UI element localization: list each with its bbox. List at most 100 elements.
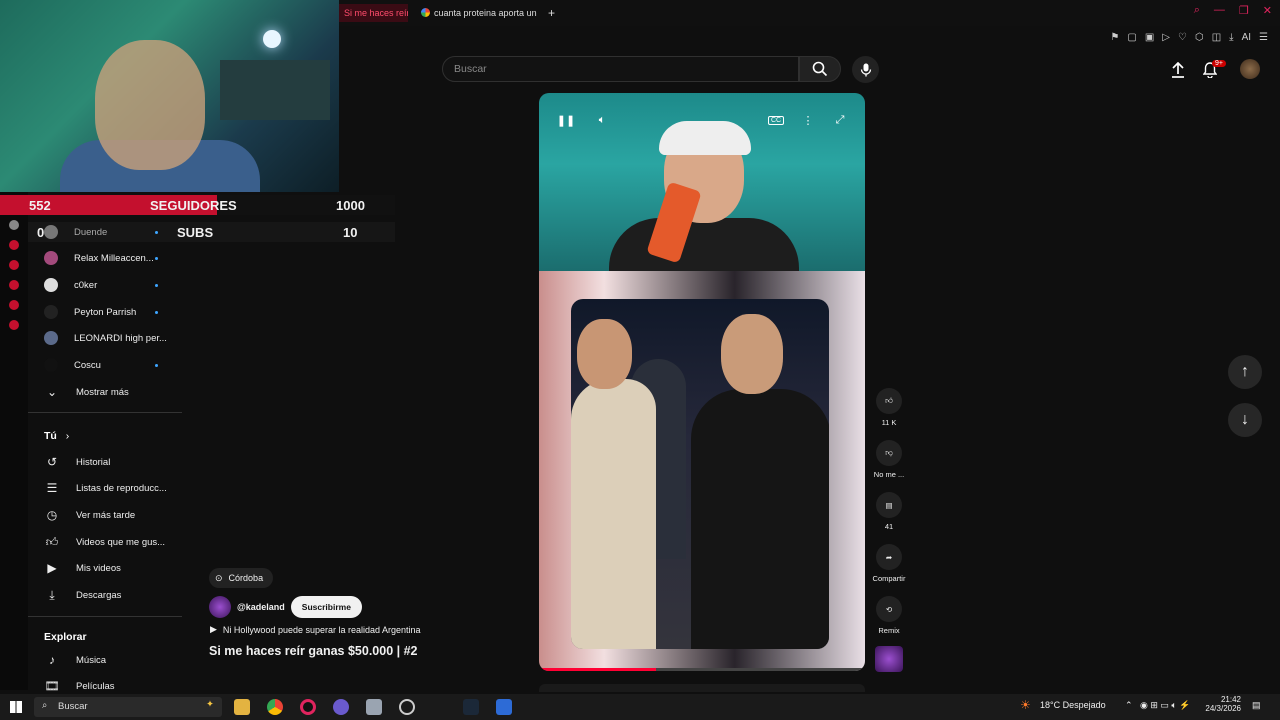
comments-button[interactable]: ▤ 41 [868,492,910,531]
play-icon: ▶ [210,624,217,634]
video-person-left-head [577,319,632,389]
restore-icon[interactable]: ❐ [1239,4,1249,17]
shorts-video-player[interactable]: ❚❚ 🔈︎ CC ⋮ ⤢ [539,93,865,671]
close-icon[interactable]: ✕ [1263,4,1272,17]
download-icon: ⤓ [49,587,55,602]
opera-gx-icon[interactable] [300,699,316,715]
sidebar-subscription[interactable]: c0ker [44,274,194,296]
messenger-icon[interactable] [9,260,19,270]
sidebar-item-label: Ver más tarde [76,509,136,521]
sound-title: Ni Hollywood puede superar la realidad A… [222,624,421,635]
app-icon[interactable] [333,699,349,715]
sidebar-subscription[interactable]: LEONARDI high per... [44,327,194,349]
video-progress-bar[interactable] [539,668,865,671]
whatsapp-icon[interactable] [9,240,19,250]
more-options-button[interactable]: ⋮ [797,109,819,131]
channel-handle[interactable]: @kadeland [237,602,285,612]
share-button[interactable]: ➦ Compartir [868,544,910,583]
next-video-button[interactable]: ↓ [1228,403,1262,437]
sidebar-item-playlists[interactable]: ☰ Listas de reproducc... [44,477,194,499]
you-heading[interactable]: Tú › [44,430,69,442]
upload-button[interactable] [1168,60,1188,80]
snapshot-icon[interactable]: ▢ [1127,32,1136,43]
tab-current[interactable]: Si me haces reír [338,4,408,22]
obs-icon[interactable] [399,699,415,715]
new-tab-button[interactable]: + [542,4,558,22]
explore-heading: Explorar [44,631,87,643]
sidebar-subscription[interactable]: Relax Milleaccen... [44,247,194,269]
webcam-lamp [263,30,281,48]
video-person-cap [659,121,751,155]
notification-center-icon[interactable]: ▤ [1252,700,1261,711]
chrome-icon[interactable] [267,699,283,715]
search-tabs-icon[interactable]: ⌕ [1194,4,1200,17]
voice-search-button[interactable] [852,56,879,83]
weather-label[interactable]: 18°C Despejado [1040,700,1106,710]
extensions-icon[interactable]: ⬡ [1195,32,1204,43]
sidebar-item-downloads[interactable]: ⤓ Descargas [44,584,194,606]
download-icon[interactable]: ⤓ [1229,32,1233,43]
new-content-dot [155,310,158,314]
video-title[interactable]: Si me haces reír ganas $50.000 | #2 [209,644,418,658]
sidebar-item-label: Música [76,654,107,666]
ai-button[interactable]: AI [1242,32,1251,43]
fullscreen-button[interactable]: ⤢ [829,109,851,131]
windows-taskbar: ⌕ Buscar ✦ ☀ 18°C Despejado ⌃ ◉ ⊞ ▭ 🔈︎ ⚡… [0,694,1280,720]
google-icon [421,8,430,17]
audio-track-thumbnail[interactable] [875,646,903,672]
sidebar-item-music[interactable]: ♪ Música [44,649,194,671]
wallet-icon[interactable]: ◫ [1212,32,1221,43]
clock[interactable]: 21:42 24/3/2026 [1205,695,1241,713]
steam-icon[interactable] [463,699,479,715]
bookmark-icon[interactable]: ⚑ [1110,32,1119,43]
taskbar-search[interactable]: ⌕ Buscar ✦ [34,697,222,717]
sidebar-item-liked[interactable]: 👍︎ Videos que me gus... [44,531,194,553]
favorites-icon[interactable] [9,300,19,310]
video-icon: ▶ [47,561,57,575]
fullscreen-icon: ⤢ [835,113,845,126]
subscribe-button[interactable]: Suscribirme [290,596,362,618]
x-icon[interactable] [9,220,19,230]
pin-icon[interactable]: ▣ [1145,32,1154,43]
channel-avatar[interactable] [209,596,231,618]
notepad-icon[interactable] [366,699,382,715]
location-chip[interactable]: ⊙ Córdoba [209,568,274,588]
channel-name: Duende [74,226,108,238]
sound-link[interactable]: ▶ Ni Hollywood puede superar la realidad… [210,624,421,635]
sidebar-subscription[interactable]: Coscu [44,354,194,376]
sidebar-item-watch-later[interactable]: ◷ Ver más tarde [44,504,194,526]
sidebar-item-history[interactable]: ↺ Historial [44,451,194,473]
player-icon[interactable] [9,280,19,290]
sidebar-subscription[interactable]: Peyton Parrish [44,301,194,323]
remix-label: Remix [878,626,900,635]
tab-protein[interactable]: cuanta proteina aporta un [418,4,540,22]
captions-button[interactable]: CC [765,109,787,131]
previous-video-button[interactable]: ↑ [1228,355,1262,389]
dislike-button[interactable]: 👎︎ No me ... [868,440,910,479]
search-input[interactable]: Buscar [442,56,799,82]
user-avatar[interactable] [1240,59,1260,79]
menu-icon[interactable]: ☰ [1259,32,1268,43]
windows-start-icon[interactable] [10,701,22,713]
file-explorer-icon[interactable] [234,699,250,715]
channel-row: @kadeland Suscribirme [209,596,362,618]
volume-button[interactable]: 🔈︎ [591,109,613,131]
heart-icon[interactable]: ♡ [1178,32,1187,43]
app2-icon[interactable] [496,699,512,715]
tray-chevron-icon[interactable]: ⌃ [1125,700,1133,711]
show-more-button[interactable]: ⌄ Mostrar más [44,381,194,403]
subs-goal: 10 [343,225,358,240]
sidebar-divider [28,616,182,617]
tray-icons[interactable]: ◉ ⊞ ▭ 🔈︎ ⚡ [1140,700,1191,711]
search-button[interactable] [799,56,841,82]
play-icon[interactable]: ▷ [1162,32,1170,43]
pause-button[interactable]: ❚❚ [555,109,577,131]
settings-icon[interactable] [9,320,19,330]
sidebar-item-my-videos[interactable]: ▶ Mis videos [44,557,194,579]
minimize-icon[interactable]: — [1214,4,1225,17]
remix-button[interactable]: ⟲ Remix [868,596,910,635]
clock-time: 21:42 [1220,695,1241,704]
sidebar-subscription[interactable]: Duende [44,221,194,243]
like-button[interactable]: 👍︎ 11 K [868,388,910,427]
channel-name: Peyton Parrish [74,306,137,318]
